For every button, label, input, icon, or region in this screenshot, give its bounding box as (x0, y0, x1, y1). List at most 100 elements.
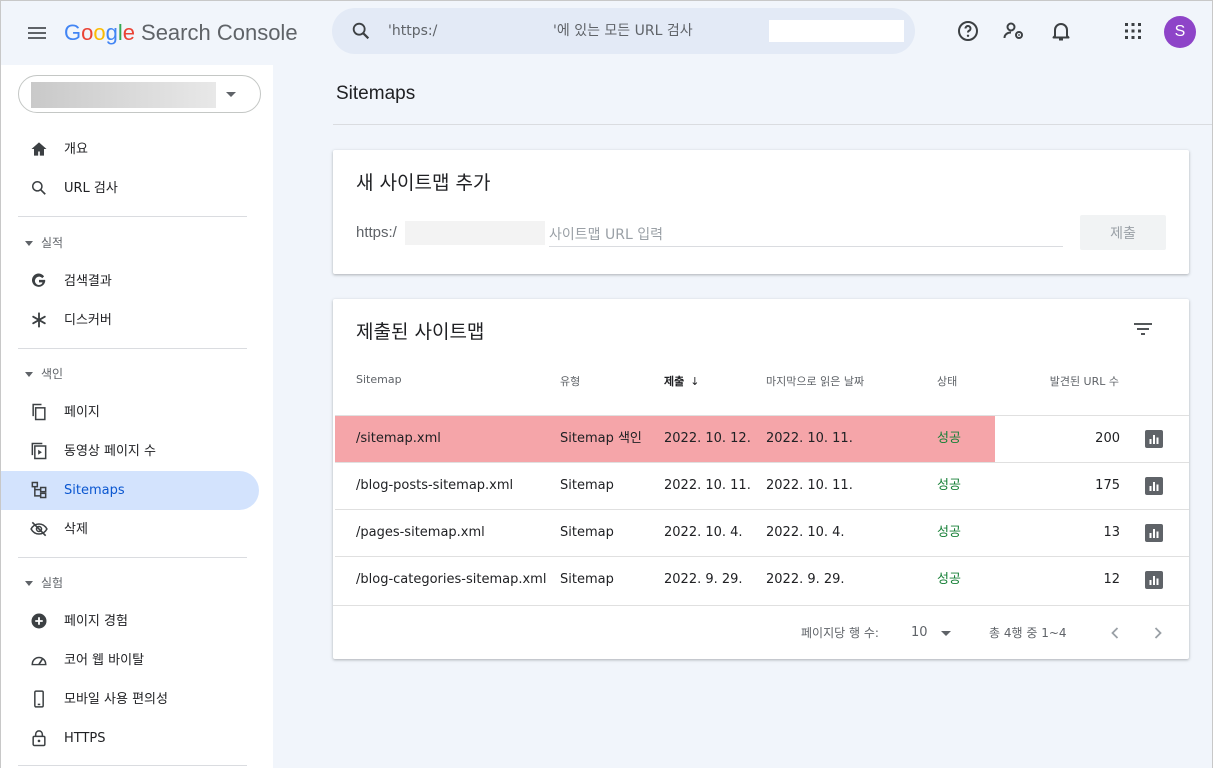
bar-chart-icon (1149, 482, 1159, 491)
app-logo[interactable]: Google Search Console (64, 17, 298, 49)
table-row[interactable]: /sitemap.xml Sitemap 색인 2022. 10. 12. 20… (335, 415, 1189, 462)
column-header-type[interactable]: 유형 (560, 373, 580, 389)
sidebar-item-pages[interactable]: 페이지 (1, 393, 259, 432)
discovered-url-count: 175 (1095, 478, 1120, 493)
sidebar-item-sitemaps[interactable]: Sitemaps (1, 471, 259, 510)
menu-icon[interactable] (25, 21, 49, 45)
sitemap-path: /sitemap.xml (356, 431, 441, 446)
account-avatar[interactable]: S (1164, 16, 1196, 48)
bar-chart-icon (1149, 529, 1159, 538)
add-sitemap-title: 새 사이트맵 추가 (356, 172, 491, 194)
bar-chart-icon (1149, 435, 1159, 444)
submit-button[interactable]: 제출 (1080, 215, 1166, 250)
pagination-range: 총 4행 중 1~4 (989, 626, 1067, 640)
home-icon (31, 142, 47, 156)
add-sitemap-card: 새 사이트맵 추가 https:/ 제출 (333, 150, 1189, 274)
sidebar-item-label: 모바일 사용 편의성 (64, 692, 168, 707)
open-report-button[interactable] (1145, 430, 1163, 448)
discovered-url-count: 12 (1103, 572, 1120, 587)
open-report-button[interactable] (1145, 571, 1163, 589)
sitemap-path: /blog-posts-sitemap.xml (356, 478, 514, 493)
sidebar-item-label: Sitemaps (64, 483, 125, 498)
product-name: Search Console (141, 20, 298, 45)
sidebar-item-core-web-vitals[interactable]: 코어 웹 바이탈 (1, 641, 259, 680)
table-row[interactable]: /pages-sitemap.xml Sitemap 2022. 10. 4. … (335, 509, 1189, 556)
rows-per-page-label: 페이지당 행 수: (801, 626, 879, 640)
sidebar-item-label: HTTPS (64, 731, 106, 746)
last-read-date: 2022. 10. 4. (766, 525, 845, 540)
table-row[interactable]: /blog-categories-sitemap.xml Sitemap 202… (335, 556, 1189, 603)
last-read-date: 2022. 10. 11. (766, 431, 853, 446)
sidebar-item-page-experience[interactable]: 페이지 경험 (1, 602, 259, 641)
sidebar: 개요 URL 검사 실적 검색결과 디스커버 색인 페이지 동영상 페이지 수 … (1, 65, 273, 768)
sitemap-path: /pages-sitemap.xml (356, 525, 485, 540)
notifications-icon[interactable] (1049, 19, 1073, 43)
sort-arrow-down-icon: ↓ (690, 375, 700, 388)
chevron-down-icon (226, 92, 236, 97)
table-row[interactable]: /blog-posts-sitemap.xml Sitemap 2022. 10… (335, 462, 1189, 509)
section-performance[interactable]: 실적 (1, 228, 259, 258)
submitted-date: 2022. 10. 4. (664, 525, 743, 540)
column-header-submitted[interactable]: 제출 ↓ (664, 373, 699, 389)
divider (18, 348, 247, 349)
redacted-domain (405, 221, 545, 245)
divider (333, 124, 1212, 125)
pages-icon (32, 403, 46, 421)
rows-per-page-select[interactable]: 10 (909, 621, 959, 645)
open-report-button[interactable] (1145, 524, 1163, 542)
sidebar-item-search-results[interactable]: 검색결과 (1, 262, 259, 301)
status-badge: 성공 (937, 478, 961, 493)
discovered-url-count: 13 (1103, 525, 1120, 540)
sidebar-item-video-pages[interactable]: 동영상 페이지 수 (1, 432, 259, 471)
sidebar-item-label: 페이지 (64, 405, 100, 420)
sitemap-type: Sitemap (560, 478, 614, 493)
previous-page-button[interactable] (1103, 621, 1127, 645)
column-header-discovered-urls[interactable]: 발견된 URL 수 (1039, 373, 1119, 389)
status-badge: 성공 (937, 572, 961, 587)
open-report-button[interactable] (1145, 477, 1163, 495)
status-badge: 성공 (937, 525, 961, 540)
rows-per-page-value: 10 (911, 625, 928, 640)
apps-icon[interactable] (1121, 19, 1145, 43)
help-icon[interactable] (956, 19, 980, 43)
column-header-sitemap[interactable]: Sitemap (356, 373, 402, 386)
redacted-property (31, 82, 216, 108)
section-index[interactable]: 색인 (1, 359, 259, 389)
page-title: Sitemaps (336, 83, 416, 104)
caret-down-icon (25, 372, 33, 377)
submitted-date: 2022. 10. 11. (664, 478, 751, 493)
divider (18, 765, 247, 766)
sidebar-item-overview[interactable]: 개요 (1, 130, 259, 169)
url-inspect-search[interactable] (332, 8, 915, 54)
next-page-button[interactable] (1146, 621, 1170, 645)
caret-down-icon (25, 581, 33, 586)
column-header-status[interactable]: 상태 (937, 373, 957, 389)
sidebar-item-url-inspection[interactable]: URL 검사 (1, 169, 259, 208)
sitemap-icon (31, 481, 47, 499)
divider (18, 557, 247, 558)
discovered-url-count: 200 (1095, 431, 1120, 446)
main-content: Sitemaps 새 사이트맵 추가 https:/ 제출 제출된 사이트맵 S… (273, 65, 1212, 768)
filter-icon[interactable] (1131, 317, 1155, 341)
sitemap-type: Sitemap (560, 525, 614, 540)
smartphone-icon (34, 690, 44, 708)
search-icon (32, 181, 46, 195)
sidebar-item-mobile-usability[interactable]: 모바일 사용 편의성 (1, 680, 259, 719)
section-label: 실적 (41, 236, 64, 250)
bar-chart-icon (1149, 576, 1159, 585)
section-experience[interactable]: 실험 (1, 568, 259, 598)
video-page-icon (31, 442, 47, 460)
sidebar-item-label: 검색결과 (64, 274, 112, 289)
sidebar-item-removals[interactable]: 삭제 (1, 510, 259, 549)
sitemap-url-input[interactable] (549, 223, 1063, 247)
google-g-icon (31, 273, 46, 287)
plus-circle-icon (31, 613, 47, 629)
last-read-date: 2022. 10. 11. (766, 478, 853, 493)
property-selector[interactable] (18, 75, 261, 113)
sidebar-item-https[interactable]: HTTPS (1, 719, 259, 758)
sidebar-item-discover[interactable]: 디스커버 (1, 301, 259, 340)
column-header-last-read[interactable]: 마지막으로 읽은 날짜 (766, 373, 864, 389)
url-prefix: https:/ (356, 224, 397, 241)
manage-users-icon[interactable] (1002, 19, 1026, 43)
search-icon[interactable] (350, 20, 372, 42)
